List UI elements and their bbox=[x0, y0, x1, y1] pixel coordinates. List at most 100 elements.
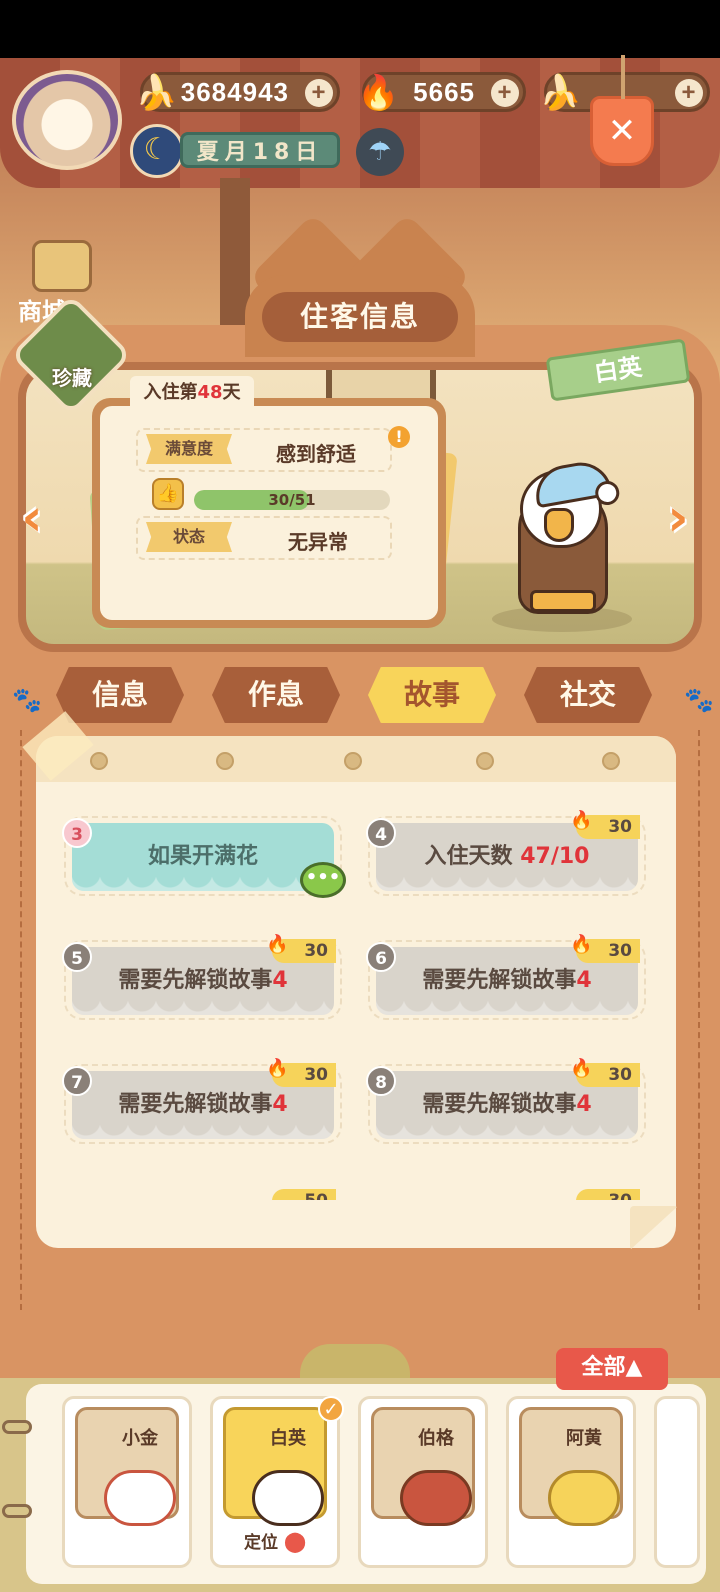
gem-counter: 🔥 5665 + bbox=[357, 72, 526, 112]
moon-clock-icon: ☾ bbox=[130, 124, 184, 178]
story-title: 需要先解锁故事 bbox=[422, 1092, 577, 1117]
next-guest-arrow-icon[interactable]: › bbox=[652, 488, 704, 548]
collection-label: 珍藏 bbox=[52, 366, 92, 390]
close-button[interactable]: ✕ bbox=[590, 55, 654, 166]
satisfaction-value: 感到舒适 bbox=[276, 442, 356, 466]
story-card-3[interactable]: 如果开满花 bbox=[72, 823, 334, 891]
story-title-highlight: 4 bbox=[272, 968, 288, 993]
guest-card-boge[interactable]: 伯格 bbox=[358, 1396, 488, 1568]
selected-check-icon: ✓ bbox=[318, 1396, 344, 1422]
story-cost: 🔥 30 bbox=[570, 1058, 640, 1087]
blue-flame-icon: 🔥 bbox=[570, 1058, 593, 1079]
locate-button[interactable]: 定位 ⬤ bbox=[244, 1528, 334, 1553]
tab-social[interactable]: 社交 bbox=[524, 667, 652, 723]
blue-flame-icon: 🔥 bbox=[266, 1058, 289, 1079]
status-bar bbox=[0, 0, 720, 58]
eagle-beak bbox=[544, 508, 574, 542]
guest-portrait: 小金 bbox=[75, 1407, 179, 1526]
date-display: 夏月18日 bbox=[180, 132, 340, 168]
stay-days-tag: 入住第48天 bbox=[130, 376, 254, 410]
binder-ring bbox=[2, 1504, 32, 1518]
story-number-badge: 8 bbox=[366, 1066, 396, 1096]
story-cost: 50 bbox=[272, 1189, 336, 1200]
cat-avatar-icon bbox=[104, 1470, 176, 1526]
blue-flame-icon: 🔥 bbox=[266, 934, 289, 955]
story-number-badge: 4 bbox=[366, 818, 396, 848]
story-number-badge: 3 bbox=[62, 818, 92, 848]
location-pin-icon: ⬤ bbox=[283, 1529, 307, 1553]
guest-name: 小金 bbox=[122, 1428, 158, 1449]
story-number-badge: 7 bbox=[62, 1066, 92, 1096]
guest-portrait: 阿黄 bbox=[519, 1407, 623, 1526]
prev-guest-arrow-icon[interactable]: ‹ bbox=[6, 488, 58, 548]
binder-ring bbox=[2, 1420, 32, 1434]
pin-icon bbox=[476, 752, 494, 770]
story-title: 如果开满花 bbox=[147, 844, 258, 869]
eagle-feet bbox=[530, 590, 596, 612]
pin-icon bbox=[90, 752, 108, 770]
add-third-currency-button[interactable]: + bbox=[675, 79, 703, 107]
story-cost: 🔥 30 bbox=[266, 1058, 336, 1087]
story-title: 入住天数 bbox=[424, 844, 521, 869]
coin-counter: 🍌 3684943 + bbox=[135, 72, 340, 112]
story-cost: 🔥 30 bbox=[570, 810, 640, 839]
tab-schedule[interactable]: 作息 bbox=[212, 667, 340, 723]
add-coins-button[interactable]: + bbox=[305, 79, 333, 107]
story-cost-value: 30 bbox=[304, 941, 328, 961]
story-title-highlight: 47/10 bbox=[520, 844, 590, 869]
burger-avatar-icon bbox=[400, 1470, 472, 1526]
blue-flame-icon: 🔥 bbox=[570, 934, 593, 955]
card-wave bbox=[376, 1125, 638, 1139]
paw-icon: 🐾 bbox=[684, 686, 714, 714]
banana-coin-icon: 🍌 bbox=[135, 74, 179, 112]
story-title-highlight: 4 bbox=[576, 1092, 592, 1117]
story-cost: 🔥 30 bbox=[570, 934, 640, 963]
story-cost: 🔥 30 bbox=[266, 934, 336, 963]
locate-label: 定位 bbox=[244, 1533, 278, 1553]
story-title: 需要先解锁故事 bbox=[422, 968, 577, 993]
shop-icon bbox=[32, 240, 92, 292]
guest-card-xiaojin[interactable]: 小金 bbox=[62, 1396, 192, 1568]
story-title-highlight: 4 bbox=[272, 1092, 288, 1117]
rain-cloud-icon[interactable]: ☂ bbox=[356, 128, 404, 176]
card-wave bbox=[72, 877, 334, 891]
panel-title: 住客信息 bbox=[262, 292, 458, 342]
pin-icon bbox=[602, 752, 620, 770]
stay-days-prefix: 入住第 bbox=[143, 382, 198, 403]
blue-banana-icon: 🍌 bbox=[539, 74, 583, 112]
satisfaction-progress-text: 30/51 bbox=[268, 491, 316, 509]
card-wave bbox=[376, 1001, 638, 1015]
status-value: 无异常 bbox=[288, 530, 348, 554]
stay-days-suffix: 天 bbox=[222, 382, 241, 403]
eagle-avatar-icon bbox=[252, 1470, 324, 1526]
story-cost-value: 30 bbox=[608, 941, 632, 961]
gem-value: 5665 bbox=[413, 76, 475, 107]
dashed-guide bbox=[20, 730, 22, 1310]
blue-flame-icon: 🔥 bbox=[570, 810, 593, 831]
dashed-guide bbox=[698, 730, 700, 1310]
tab-story[interactable]: 故事 bbox=[368, 667, 496, 723]
guest-name: 阿黄 bbox=[566, 1428, 602, 1449]
card-wave bbox=[72, 1125, 334, 1139]
filter-all-button[interactable]: 全部▲ bbox=[556, 1348, 668, 1390]
player-avatar[interactable] bbox=[12, 70, 122, 170]
blue-flame-icon: 🔥 bbox=[357, 74, 401, 112]
guest-portrait: 白英 bbox=[223, 1407, 327, 1526]
story-number-badge: 6 bbox=[366, 942, 396, 972]
stay-days-value: 48 bbox=[197, 382, 223, 403]
story-cost-value: 30 bbox=[304, 1065, 328, 1085]
story-row-clipped: 50 30 bbox=[36, 1186, 676, 1200]
pin-icon bbox=[216, 752, 234, 770]
satisfaction-label: 满意度 bbox=[146, 434, 232, 464]
alert-icon[interactable]: ! bbox=[388, 426, 410, 448]
guest-portrait: 伯格 bbox=[371, 1407, 475, 1526]
guest-name: 伯格 bbox=[418, 1428, 454, 1449]
guest-card-ahuang[interactable]: 阿黄 bbox=[506, 1396, 636, 1568]
story-cost: 30 bbox=[576, 1189, 640, 1200]
tab-info[interactable]: 信息 bbox=[56, 667, 184, 723]
guest-name: 白英 bbox=[270, 1428, 306, 1449]
guest-card-partial[interactable] bbox=[654, 1396, 700, 1568]
pin-icon bbox=[344, 752, 362, 770]
paw-icon: 🐾 bbox=[12, 686, 42, 714]
add-gems-button[interactable]: + bbox=[491, 79, 519, 107]
